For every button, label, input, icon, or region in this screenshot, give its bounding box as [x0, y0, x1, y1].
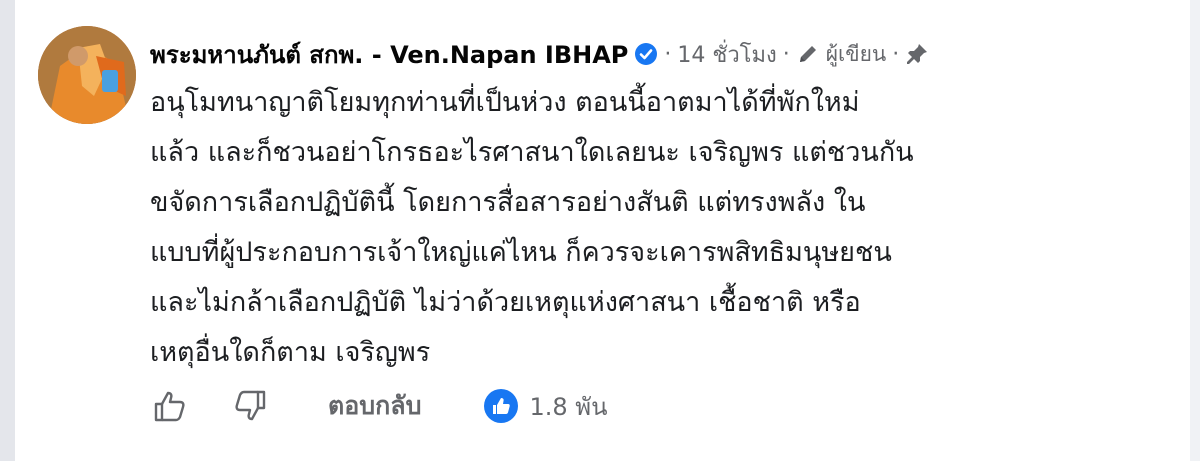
- comment-body: อนุโมทนาญาติโยมทุกท่านที่เป็นห่วง ตอนนี้…: [150, 78, 1160, 378]
- thumbs-down-icon[interactable]: [230, 386, 270, 426]
- separator-dot: ·: [664, 41, 672, 67]
- thumbs-up-icon[interactable]: [150, 386, 190, 426]
- comment-time[interactable]: 14 ชั่วโมง: [677, 37, 776, 72]
- reaction-count[interactable]: 1.8 พัน: [529, 387, 607, 426]
- right-panel-edge: [1190, 0, 1200, 461]
- comment-line: อนุโมทนาญาติโยมทุกท่านที่เป็นห่วง ตอนนี้…: [150, 87, 860, 118]
- left-panel-edge: [0, 0, 15, 461]
- separator-dot: ·: [782, 41, 790, 67]
- avatar[interactable]: [38, 26, 136, 124]
- comment-line: แบบที่ผู้ประกอบการเจ้าใหญ่แค่ไหน ก็ควรจะ…: [150, 237, 892, 268]
- like-reaction-icon[interactable]: [483, 388, 519, 424]
- pen-icon: [796, 42, 820, 66]
- reply-button[interactable]: ตอบกลับ: [328, 386, 421, 426]
- comment-line: เหตุอื่นใดก็ตาม เจริญพร: [150, 337, 431, 368]
- comment-actions: ตอบกลับ 1.8 พัน: [150, 382, 607, 430]
- separator-dot: ·: [892, 41, 900, 67]
- comment-line: ขจัดการเลือกปฏิบัตินี้ โดยการสื่อสารอย่า…: [150, 187, 866, 218]
- comment-header: พระมหานภันต์ สกพ. - Ven.Napan IBHAP · 14…: [150, 34, 929, 74]
- comment-line: แล้ว และก็ชวนอย่าโกรธอะไรศาสนาใดเลยนะ เจ…: [150, 137, 914, 168]
- author-role-badge: ผู้เขียน: [825, 41, 887, 66]
- verified-badge-icon: [634, 42, 658, 66]
- comment-line: และไม่กล้าเลือกปฏิบัติ ไม่ว่าด้วยเหตุแห่…: [150, 287, 861, 318]
- pin-icon: [905, 42, 929, 66]
- author-name[interactable]: พระมหานภันต์ สกพ. - Ven.Napan IBHAP: [150, 35, 628, 74]
